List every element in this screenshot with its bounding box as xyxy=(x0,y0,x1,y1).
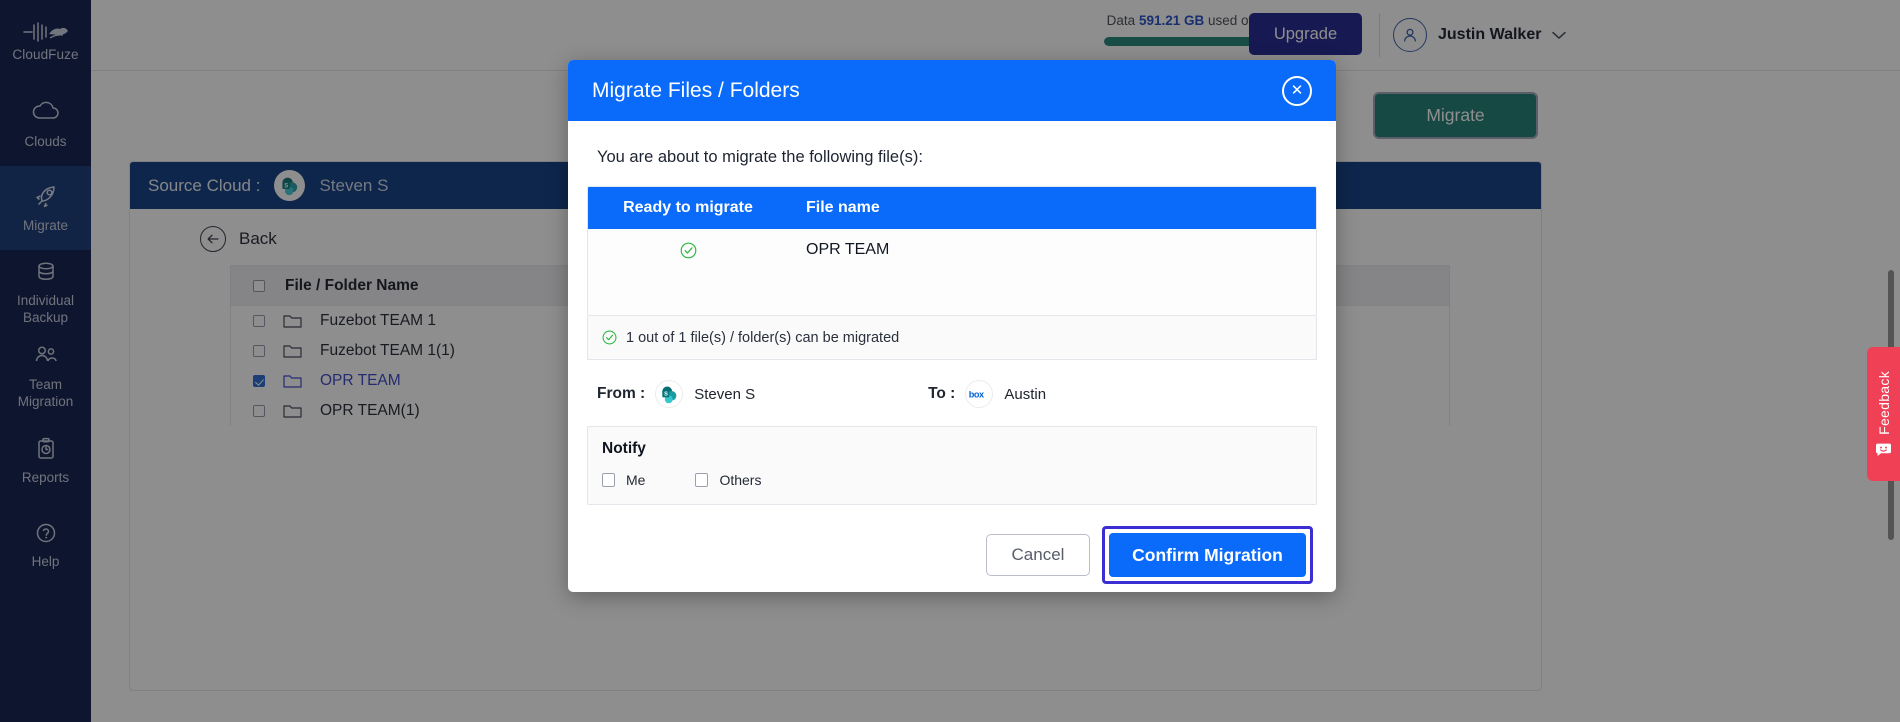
modal-body: You are about to migrate the following f… xyxy=(568,121,1336,584)
check-circle-icon xyxy=(602,330,617,345)
migration-summary: 1 out of 1 file(s) / folder(s) can be mi… xyxy=(587,316,1317,360)
from-cloud-chip: S xyxy=(655,380,684,408)
cancel-button[interactable]: Cancel xyxy=(986,534,1090,576)
smiley-icon xyxy=(1876,443,1891,456)
modal-actions: Cancel Confirm Migration xyxy=(587,505,1317,584)
sharepoint-icon: S xyxy=(661,386,677,403)
notify-options: Me Others xyxy=(602,472,1316,488)
notify-option-label: Me xyxy=(626,472,646,488)
svg-text:S: S xyxy=(664,391,668,397)
confirm-button-highlight: Confirm Migration xyxy=(1102,526,1313,584)
notify-option-me[interactable]: Me xyxy=(602,472,645,488)
feedback-label: Feedback xyxy=(1875,371,1892,435)
migrate-table-header: Ready to migrate File name xyxy=(588,187,1316,229)
notify-me-checkbox[interactable] xyxy=(602,473,615,487)
feedback-tab[interactable]: Feedback xyxy=(1867,347,1900,481)
column-header-filename: File name xyxy=(806,199,880,216)
from-label: From : xyxy=(597,385,646,402)
to-user: Austin xyxy=(1004,385,1047,403)
svg-text:box: box xyxy=(969,389,985,399)
ready-cell xyxy=(588,242,788,259)
to-cloud-chip: box xyxy=(965,380,994,408)
table-row: OPR TEAM xyxy=(588,229,1316,271)
notify-title: Notify xyxy=(602,440,646,457)
migrate-table-body: OPR TEAM xyxy=(588,229,1316,315)
check-circle-icon xyxy=(680,242,696,258)
from-user: Steven S xyxy=(694,385,756,403)
notify-option-others[interactable]: Others xyxy=(695,472,761,488)
file-name-cell: OPR TEAM xyxy=(806,241,890,258)
to-label: To : xyxy=(928,385,956,402)
summary-text: 1 out of 1 file(s) / folder(s) can be mi… xyxy=(626,329,900,346)
migrate-files-modal: Migrate Files / Folders ✕ You are about … xyxy=(568,60,1336,592)
migrate-files-table: Ready to migrate File name OPR TEAM xyxy=(587,186,1317,316)
notify-others-checkbox[interactable] xyxy=(695,473,709,487)
modal-intro-text: You are about to migrate the following f… xyxy=(597,148,923,166)
box-icon: box xyxy=(969,389,986,399)
from-to-row: From : S Steven S To : box Austin xyxy=(587,360,1317,426)
app-root: CloudFuze Clouds Migrate Individual Back… xyxy=(0,0,1900,722)
confirm-migration-button[interactable]: Confirm Migration xyxy=(1109,533,1306,577)
close-icon[interactable]: ✕ xyxy=(1282,75,1312,106)
modal-title: Migrate Files / Folders xyxy=(592,78,800,102)
notify-option-label: Others xyxy=(719,472,762,488)
column-header-ready: Ready to migrate xyxy=(623,199,753,216)
notify-section: Notify Me Others xyxy=(587,426,1317,505)
modal-header: Migrate Files / Folders ✕ xyxy=(568,60,1336,121)
